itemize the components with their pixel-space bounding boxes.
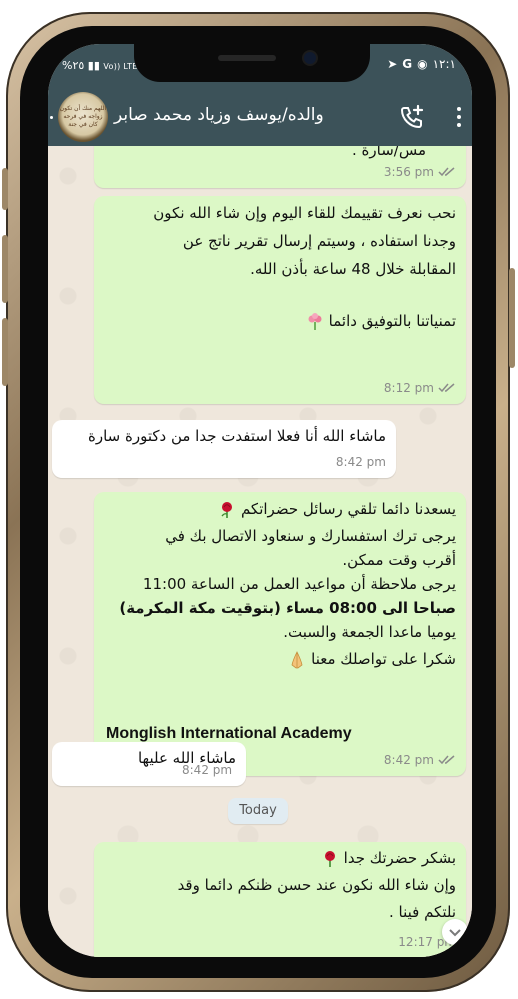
- speaker-grille: [218, 55, 276, 61]
- status-time: ١٢:١: [432, 57, 456, 71]
- message-line: يوميا ماعدا الجمعة والسبت.: [283, 623, 456, 641]
- message-line-empty: [153, 281, 456, 305]
- status-right: ➤ G ◉ ١٢:١: [387, 57, 456, 71]
- chat-header[interactable]: اللهم منك أن تكون زواجه في فرحه كان في ج…: [48, 88, 472, 146]
- menu-icon[interactable]: [456, 106, 462, 128]
- location-arrow-icon: ➤: [387, 57, 398, 71]
- chevron-down-icon: [449, 929, 461, 937]
- message-line: يسعدنا دائما تلقي رسائل حضراتكم: [240, 500, 456, 518]
- double-check-icon: [438, 383, 455, 393]
- message-bubble-incoming[interactable]: ماشاء الله أنا فعلا استفدت جدا من دكتورة…: [52, 420, 396, 478]
- message-line-empty: [119, 671, 456, 693]
- message-line: يرجى ترك استفسارك و سنعاود الاتصال بك في: [165, 527, 456, 545]
- message-meta: 8:12 pm: [384, 376, 456, 400]
- battery-text: %٢٥: [62, 59, 85, 72]
- message-bubble-outgoing[interactable]: نحب نعرف تقييمك للقاء اليوم وإن شاء الله…: [94, 196, 466, 404]
- message-time: 8:42 pm: [383, 753, 434, 767]
- message-bubble-incoming[interactable]: ماشاء الله عليها 8:42 pm: [52, 742, 246, 786]
- message-time: 8:42 pm: [182, 763, 233, 777]
- message-line: المقابلة خلال 48 ساعة بأذن الله.: [250, 260, 456, 278]
- wifi-icon: ◉: [417, 57, 428, 71]
- message-body: بشكر حضرتك جدا وإن شاء الله نكون عند حسن…: [178, 846, 456, 924]
- message-line-with-emoji: بشكر حضرتك جدا: [178, 846, 456, 870]
- message-line: ماشاء الله أنا فعلا استفدت جدا من دكتورة…: [87, 427, 386, 445]
- rose-icon: [324, 850, 335, 867]
- mute-switch: [2, 168, 8, 210]
- volume-up-button: [2, 235, 8, 303]
- add-call-icon[interactable]: [398, 103, 426, 131]
- front-camera: [304, 52, 316, 64]
- message-line: وإن شاء الله نكون عند حسن ظنكم دائما وقد: [177, 876, 456, 894]
- screen: %٢٥ ▮▮ Vo)) LTE2 ➤ G ◉ ١٢:١ اللهم منك أن…: [48, 44, 472, 957]
- message-body: نحب نعرف تقييمك للقاء اليوم وإن شاء الله…: [153, 201, 456, 333]
- message-meta: 8:42 pm: [182, 758, 232, 782]
- message-bubble-outgoing[interactable]: مس/سارة . 3:56 pm: [94, 146, 466, 188]
- message-line: نحب نعرف تقييمك للقاء اليوم وإن شاء الله…: [153, 204, 456, 222]
- message-line-bold: صباحا الى 08:00 مساء (بتوقيت مكة المكرمة…: [119, 599, 456, 617]
- message-bubble-outgoing[interactable]: بشكر حضرتك جدا وإن شاء الله نكون عند حسن…: [94, 842, 466, 957]
- message-line-with-emoji: شكرا على تواصلك معنا: [119, 647, 456, 671]
- date-separator: Today: [228, 798, 288, 824]
- notch: [134, 44, 370, 82]
- contact-name[interactable]: والده/يوسف وزياد محمد صابر: [114, 105, 324, 125]
- rose-icon: [221, 501, 233, 518]
- message-time: 8:12 pm: [383, 381, 434, 395]
- message-line-with-emoji: تمنياتنا بالتوفيق دائما: [153, 309, 456, 333]
- message-line: بشكر حضرتك جدا: [343, 849, 456, 867]
- avatar-caption: اللهم منك أن تكون زواجه في فرحه كان في ج…: [59, 105, 107, 128]
- message-line: وجدنا استفاده ، وسيتم إرسال تقرير ناتج ع…: [182, 232, 456, 250]
- message-meta: 3:56 pm: [384, 160, 456, 184]
- message-line: تمنياتنا بالتوفيق دائما: [328, 312, 456, 330]
- message-time: 8:42 pm: [335, 455, 386, 469]
- back-indicator-icon[interactable]: [50, 116, 53, 119]
- message-bubble-outgoing[interactable]: يسعدنا دائما تلقي رسائل حضراتكم يرجى ترك…: [94, 492, 466, 776]
- signal-icon: ▮▮: [87, 59, 100, 72]
- power-button: [509, 268, 515, 368]
- message-meta: 8:42 pm: [384, 748, 456, 772]
- praying-hands-icon: [291, 650, 303, 668]
- status-left: %٢٥ ▮▮ Vo)) LTE2: [62, 59, 143, 72]
- message-time: 3:56 pm: [383, 165, 434, 179]
- carrier-g: G: [402, 57, 413, 71]
- double-check-icon: [438, 755, 455, 765]
- flower-bouquet-icon: [308, 312, 322, 330]
- message-line-with-emoji: يسعدنا دائما تلقي رسائل حضراتكم: [119, 497, 456, 521]
- volume-down-button: [2, 318, 8, 386]
- chat-area[interactable]: مس/سارة . 3:56 pm نحب نعرف تقييمك للقاء …: [48, 146, 472, 957]
- message-meta: 8:42 pm: [336, 450, 386, 474]
- message-body: يسعدنا دائما تلقي رسائل حضراتكم يرجى ترك…: [119, 497, 456, 693]
- scroll-to-bottom-button[interactable]: [442, 919, 468, 945]
- message-line: شكرا على تواصلك معنا: [311, 650, 456, 668]
- message-line: أقرب وقت ممكن.: [342, 551, 456, 569]
- avatar[interactable]: اللهم منك أن تكون زواجه في فرحه كان في ج…: [58, 92, 108, 142]
- double-check-icon: [438, 167, 455, 177]
- message-line: يرجى ملاحظة أن مواعيد العمل من الساعة 11…: [142, 575, 456, 593]
- message-line: نلتكم فينا .: [388, 903, 456, 921]
